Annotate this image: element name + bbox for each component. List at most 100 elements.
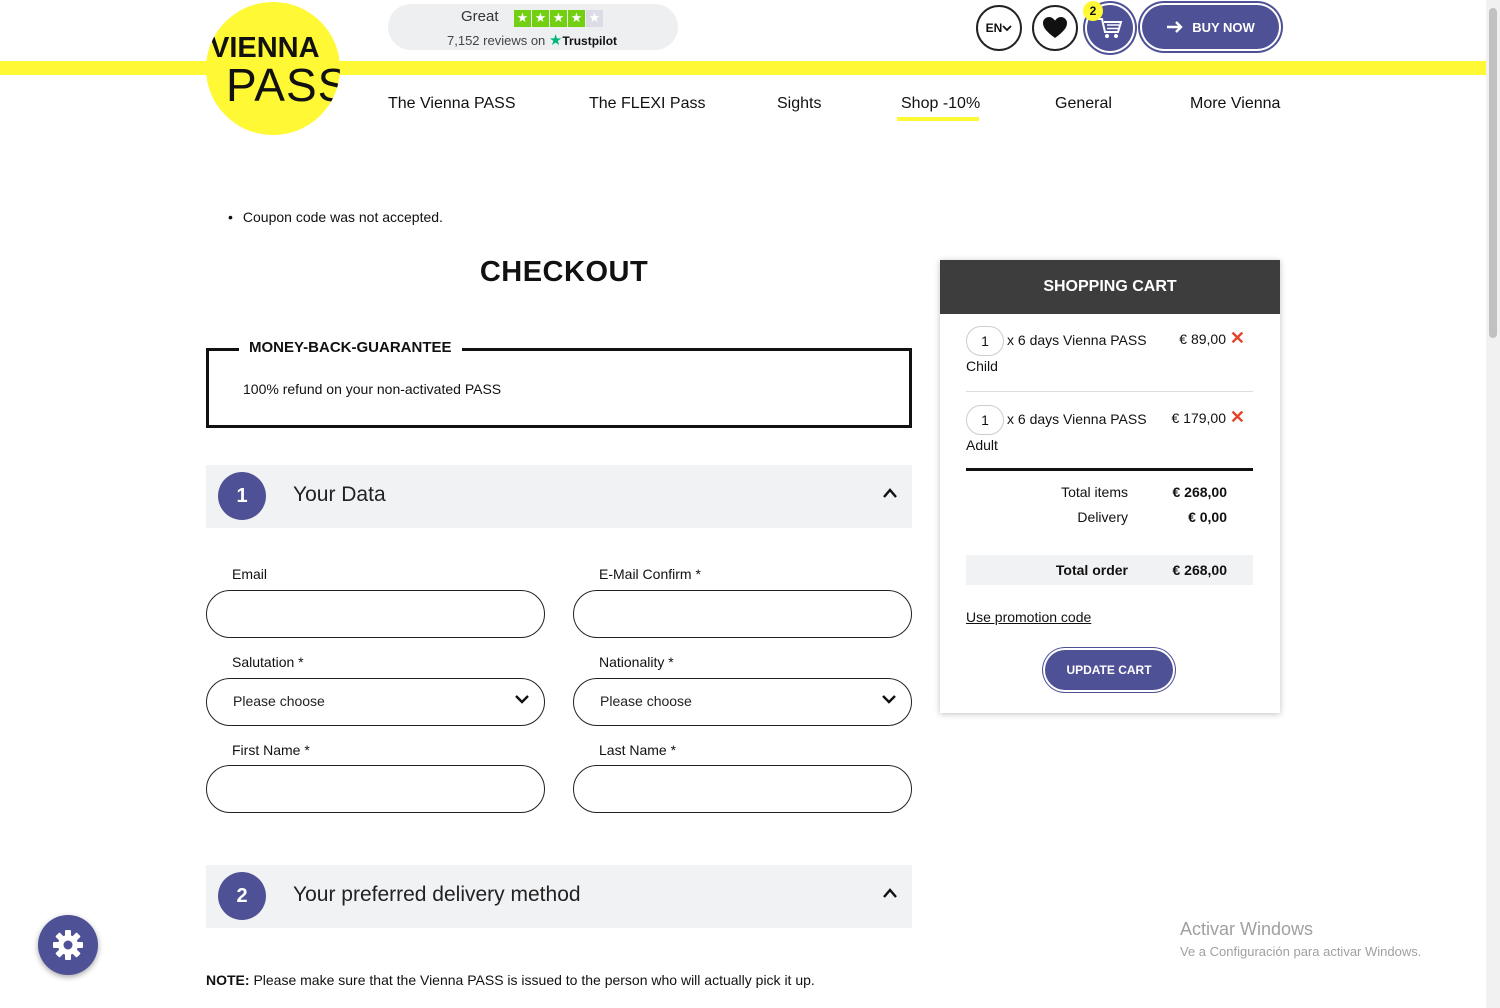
note-text: Please make sure that the Vienna PASS is… [249,972,815,988]
step-number: 1 [218,472,266,520]
trustpilot-stars: ★ ★ ★ ★ ★ [514,10,603,27]
chevron-down-icon [1002,25,1012,32]
last-name-field[interactable] [573,765,912,813]
first-name-label: First Name * [232,742,310,758]
salutation-value: Please choose [233,693,325,709]
star-icon: ★ [550,10,567,27]
logo-text-bottom: PASS [226,59,340,111]
heart-icon [1043,17,1067,38]
cart-item-name: x 6 days Vienna PASS [1007,332,1147,348]
total-items-row: Total items € 268,00 [966,478,1253,504]
cart-item-price: € 89,00 [1179,331,1226,347]
windows-activation-watermark: Activar Windows Ve a Configuración para … [1180,919,1421,959]
chevron-down-icon [515,695,529,704]
scrollbar-thumb[interactable] [1489,8,1497,338]
nationality-label: Nationality * [599,654,674,670]
chevron-up-icon[interactable] [882,487,898,499]
watermark-line-1: Activar Windows [1180,919,1314,939]
first-name-input[interactable] [207,766,544,812]
email-confirm-field[interactable] [573,590,912,638]
wishlist-button[interactable] [1032,5,1078,51]
step-title: Your preferred delivery method [293,883,581,906]
coupon-error-message: Coupon code was not accepted. [228,209,443,225]
trustpilot-widget[interactable]: Great ★ ★ ★ ★ ★ 7,152 reviews on ★Trustp… [388,4,678,50]
cart-count-badge: 2 [1083,1,1103,21]
nav-vienna-pass[interactable]: The Vienna PASS [388,95,516,113]
nav-active-indicator [897,117,979,121]
delivery-row: Delivery € 0,00 [966,503,1253,529]
cart-item-type: Child [966,358,998,374]
remove-item-icon[interactable]: ✕ [1230,407,1245,428]
nationality-value: Please choose [600,693,692,709]
cart-divider [966,391,1253,392]
trustpilot-reviews-count: 7,152 reviews on [447,33,546,48]
trustpilot-star-icon: ★ [548,32,563,49]
email-confirm-label: E-Mail Confirm * [599,566,701,582]
email-input[interactable] [207,591,544,637]
trustpilot-reviews: 7,152 reviews on ★Trustpilot [447,31,617,49]
arrow-right-icon [1167,21,1183,33]
pickup-note: NOTE: Please make sure that the Vienna P… [206,972,815,988]
step-delivery-header[interactable]: 2 Your preferred delivery method [206,865,912,928]
guarantee-text: 100% refund on your non-activated PASS [243,381,502,397]
last-name-label: Last Name * [599,742,677,758]
buy-now-label: BUY NOW [1192,19,1255,35]
last-name-input[interactable] [574,766,911,812]
cart-item-name: x 6 days Vienna PASS [1007,411,1147,427]
star-empty-icon: ★ [586,10,603,27]
total-items-label: Total items [1061,484,1128,500]
trustpilot-rating-word: Great [461,8,499,25]
nav-general[interactable]: General [1055,95,1112,113]
shopping-cart-title: SHOPPING CART [940,260,1280,314]
first-name-field[interactable] [206,765,545,813]
star-icon: ★ [568,10,585,27]
money-back-guarantee-box: MONEY-BACK-GUARANTEE 100% refund on your… [206,339,912,428]
chevron-up-icon[interactable] [882,887,898,899]
star-icon: ★ [532,10,549,27]
nationality-select[interactable]: Please choose [573,678,912,726]
cart-item-quantity[interactable]: 1 [966,405,1004,435]
use-promotion-code-link[interactable]: Use promotion code [966,609,1091,625]
nav-sights[interactable]: Sights [777,95,821,113]
trustpilot-brand: Trustpilot [562,34,618,48]
salutation-select[interactable]: Please choose [206,678,545,726]
page-title: CHECKOUT [479,256,649,288]
cart-totals-divider [966,468,1253,471]
note-label: NOTE: [206,972,250,988]
remove-item-icon[interactable]: ✕ [1230,328,1245,349]
salutation-label: Salutation * [232,654,304,670]
delivery-label: Delivery [1077,509,1128,525]
total-items-value: € 268,00 [1172,484,1228,500]
cart-item-price: € 179,00 [1171,410,1227,426]
email-field[interactable] [206,590,545,638]
nav-flexi-pass[interactable]: The FLEXI Pass [589,95,706,113]
vienna-pass-logo[interactable]: VIENNA PASS [206,2,340,135]
cookie-settings-button[interactable] [38,915,98,975]
star-icon: ★ [514,10,531,27]
cart-item-quantity[interactable]: 1 [966,326,1004,356]
email-confirm-input[interactable] [574,591,911,637]
nav-more-vienna[interactable]: More Vienna [1190,95,1280,113]
total-order-row: Total order € 268,00 [966,555,1253,585]
shopping-cart-panel: SHOPPING CART 1 x 6 days Vienna PASS Chi… [940,260,1280,713]
page-scrollbar[interactable] [1486,0,1500,1008]
step-your-data-header[interactable]: 1 Your Data [206,465,912,528]
cart-item: 1 x 6 days Vienna PASS Adult € 179,00 ✕ [966,405,1253,465]
delivery-value: € 0,00 [1188,509,1227,525]
language-code: EN [985,21,1003,35]
gear-icon [53,930,83,960]
step-title: Your Data [293,483,386,506]
language-selector[interactable]: EN [976,5,1022,51]
chevron-down-icon [882,695,896,704]
step-number: 2 [218,872,266,920]
guarantee-title: MONEY-BACK-GUARANTEE [239,339,462,356]
total-order-value: € 268,00 [1172,562,1228,578]
nav-shop[interactable]: Shop -10% [901,95,980,113]
cart-item: 1 x 6 days Vienna PASS Child € 89,00 ✕ [966,326,1253,386]
update-cart-button[interactable]: UPDATE CART [1045,650,1173,690]
shopping-cart-icon [1098,18,1123,38]
email-label: Email [232,566,268,582]
total-order-label: Total order [1055,562,1128,578]
watermark-line-2: Ve a Configuración para activar Windows. [1180,944,1422,959]
buy-now-button[interactable]: BUY NOW [1142,5,1279,49]
